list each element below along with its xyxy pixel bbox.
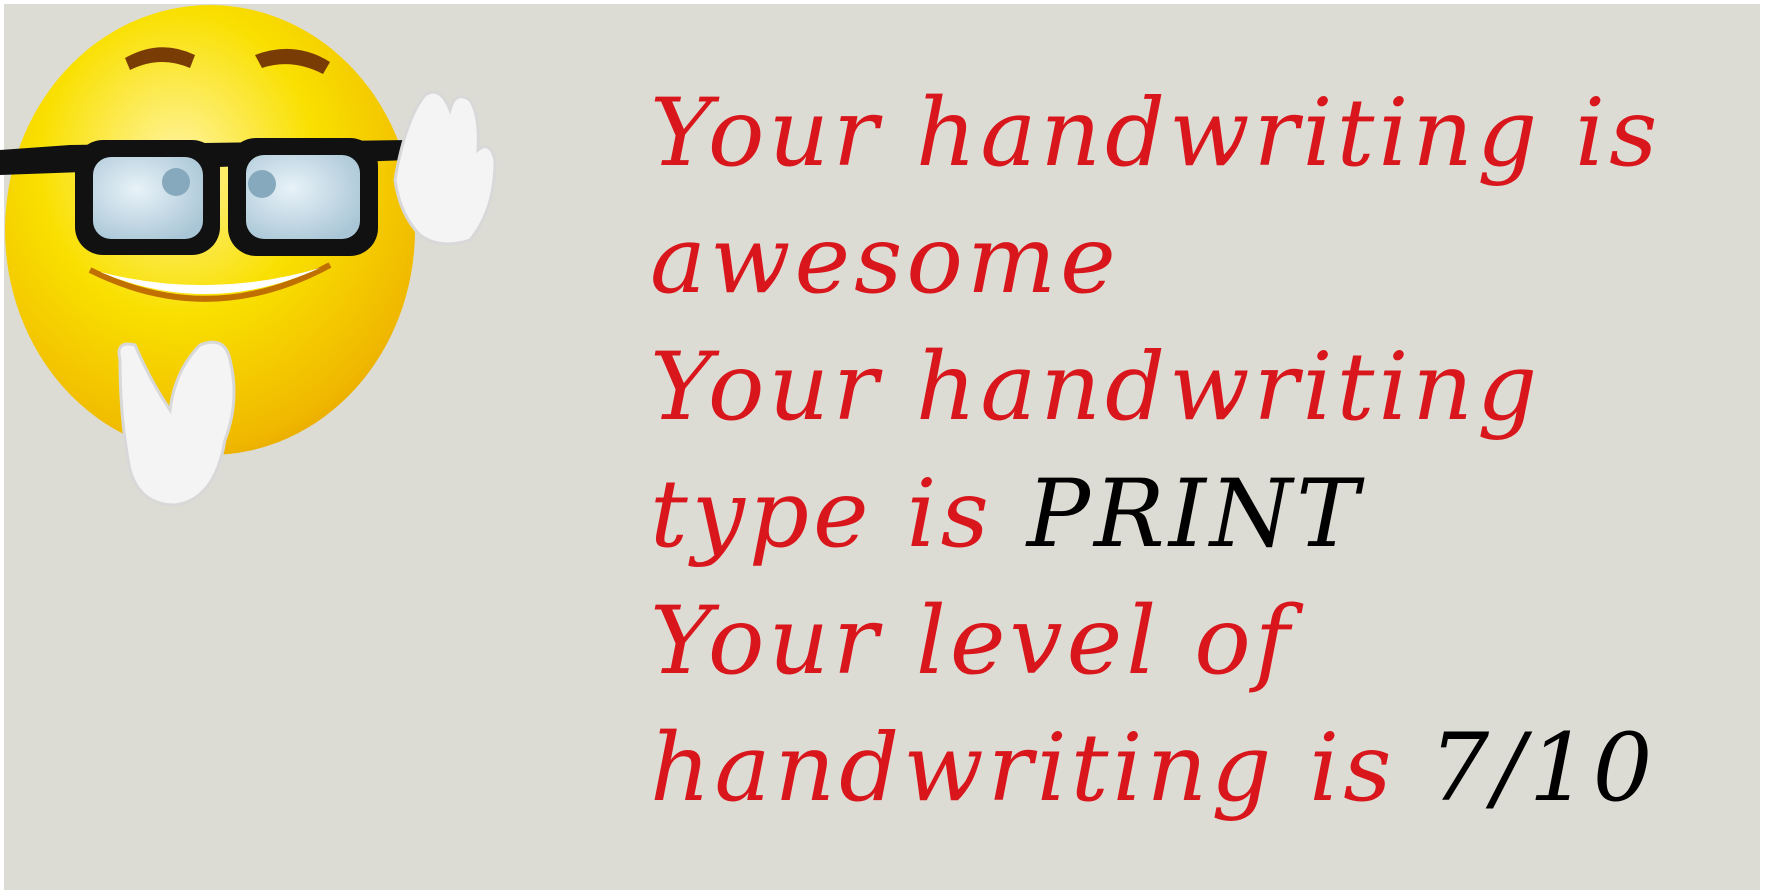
message-line-3: Your handwriting bbox=[650, 333, 1542, 442]
type-label: type is bbox=[650, 460, 1027, 569]
message-line-5: Your level of bbox=[650, 587, 1294, 696]
message-line-1: Your handwriting is bbox=[650, 79, 1662, 188]
handwriting-type-value: PRINT bbox=[1026, 460, 1363, 569]
left-lens bbox=[93, 157, 203, 239]
result-card: Your handwriting is awesome Your handwri… bbox=[0, 0, 1766, 896]
left-pupil bbox=[162, 168, 190, 196]
result-message: Your handwriting is awesome Your handwri… bbox=[650, 70, 1730, 832]
hand-glasses bbox=[393, 90, 497, 246]
level-label: handwriting is bbox=[650, 714, 1430, 823]
message-line-2: awesome bbox=[650, 206, 1120, 315]
message-line-4: type is PRINT bbox=[650, 451, 1730, 578]
right-pupil bbox=[248, 170, 276, 198]
handwriting-level-value: 7/10 bbox=[1429, 714, 1657, 823]
message-line-6: handwriting is 7/10 bbox=[650, 705, 1730, 832]
nerd-face-emoji-icon bbox=[0, 5, 497, 507]
